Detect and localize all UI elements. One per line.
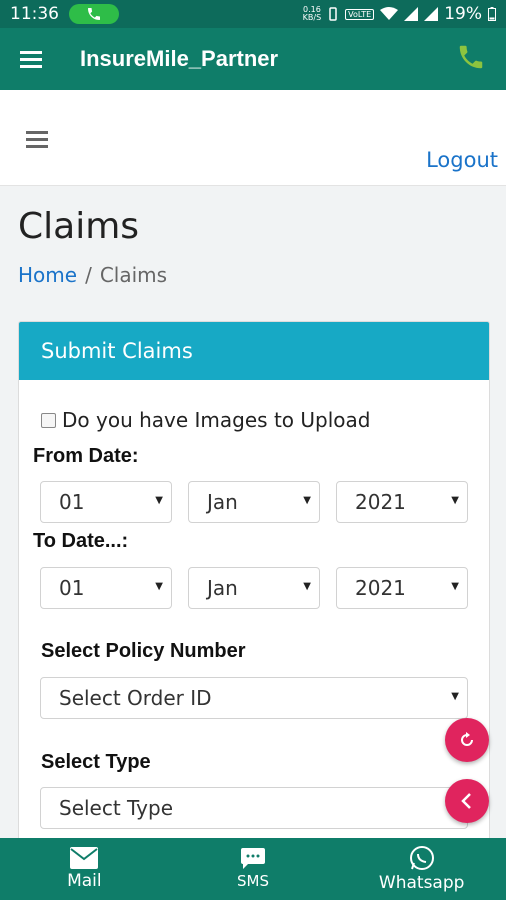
phone-icon [88,8,100,20]
mail-icon [70,847,99,869]
to-month-select[interactable]: Jan ▼ [188,567,320,609]
caret-down-icon: ▼ [303,495,311,506]
caret-down-icon: ▼ [451,691,459,702]
refresh-icon [461,732,473,746]
chevron-left-icon [461,793,471,809]
caret-down-icon: ▼ [303,581,311,592]
phone-icon [459,45,483,69]
to-date-label: To Date...: [33,530,129,552]
card-header: Submit Claims [19,322,489,380]
caret-down-icon: ▼ [451,495,459,506]
to-day-select[interactable]: 01 ▼ [40,567,172,609]
from-date-label: From Date: [33,445,139,467]
network-speed: 0.16 KB/S [303,6,322,22]
policy-number-label: Select Policy Number [41,640,246,662]
signal-icon [404,7,419,21]
breadcrumb-separator: / [85,263,92,287]
from-day-select[interactable]: 01 ▼ [40,481,172,523]
nav-label-whatsapp: Whatsapp [378,873,465,893]
wifi-icon [380,7,399,20]
caret-down-icon: ▼ [155,495,163,506]
app-bar: InsureMile_Partner [0,28,506,90]
hamburger-icon[interactable] [20,50,42,68]
breadcrumb-home-link[interactable]: Home [18,263,77,287]
call-button[interactable] [456,42,486,76]
logout-link[interactable]: Logout [426,148,498,172]
app-title: InsureMile_Partner [80,46,279,71]
page-title: Claims [18,206,140,247]
nav-label-mail: Mail [67,871,102,891]
battery-percentage: 19% [444,4,482,24]
submit-claims-card: Submit Claims Do you have Images to Uplo… [18,321,490,861]
caret-down-icon: ▼ [155,581,163,592]
bottom-nav: Mail SMS Whatsapp [0,838,506,900]
to-year-select[interactable]: 2021 ▼ [336,567,468,609]
select-type-value: Select Type [59,796,173,820]
sms-icon [241,848,265,869]
web-header: Logout [0,90,506,186]
from-year-select[interactable]: 2021 ▼ [336,481,468,523]
from-month-select[interactable]: Jan ▼ [188,481,320,523]
select-type-select[interactable]: Select Type [40,787,468,829]
to-year-value: 2021 [355,576,406,600]
whatsapp-icon [409,846,434,870]
policy-number-select[interactable]: Select Order ID ▼ [40,677,468,719]
status-bar: 11:36 0.16 KB/S VoLTE 19% [0,0,506,28]
select-type-label: Select Type [41,751,151,773]
ongoing-call-indicator[interactable] [69,4,119,24]
images-upload-label: Do you have Images to Upload [62,408,371,432]
nav-item-mail[interactable]: Mail [0,838,169,900]
from-year-value: 2021 [355,490,406,514]
vibrate-icon [329,7,337,21]
breadcrumb-current: Claims [99,263,168,287]
back-fab[interactable] [445,779,489,823]
caret-down-icon: ▼ [451,581,459,592]
nav-item-whatsapp[interactable]: Whatsapp [337,838,506,900]
to-day-value: 01 [59,576,85,600]
from-month-value: Jan [207,490,238,514]
nav-label-sms: SMS [237,872,269,890]
policy-number-value: Select Order ID [59,686,212,710]
images-upload-checkbox-row[interactable]: Do you have Images to Upload [41,408,370,432]
status-time: 11:36 [10,4,59,24]
to-month-value: Jan [207,576,238,600]
volte-badge: VoLTE [345,8,375,20]
signal-icon-2 [424,7,439,21]
menu-icon[interactable] [26,130,48,148]
battery-icon [488,7,496,21]
refresh-fab[interactable] [445,718,489,762]
from-day-value: 01 [59,490,85,514]
status-indicators: 0.16 KB/S VoLTE 19% [303,4,496,24]
images-upload-checkbox[interactable] [41,412,56,428]
network-speed-unit: KB/S [302,13,322,22]
breadcrumb: Home / Claims [18,263,167,287]
nav-item-sms[interactable]: SMS [169,838,338,900]
